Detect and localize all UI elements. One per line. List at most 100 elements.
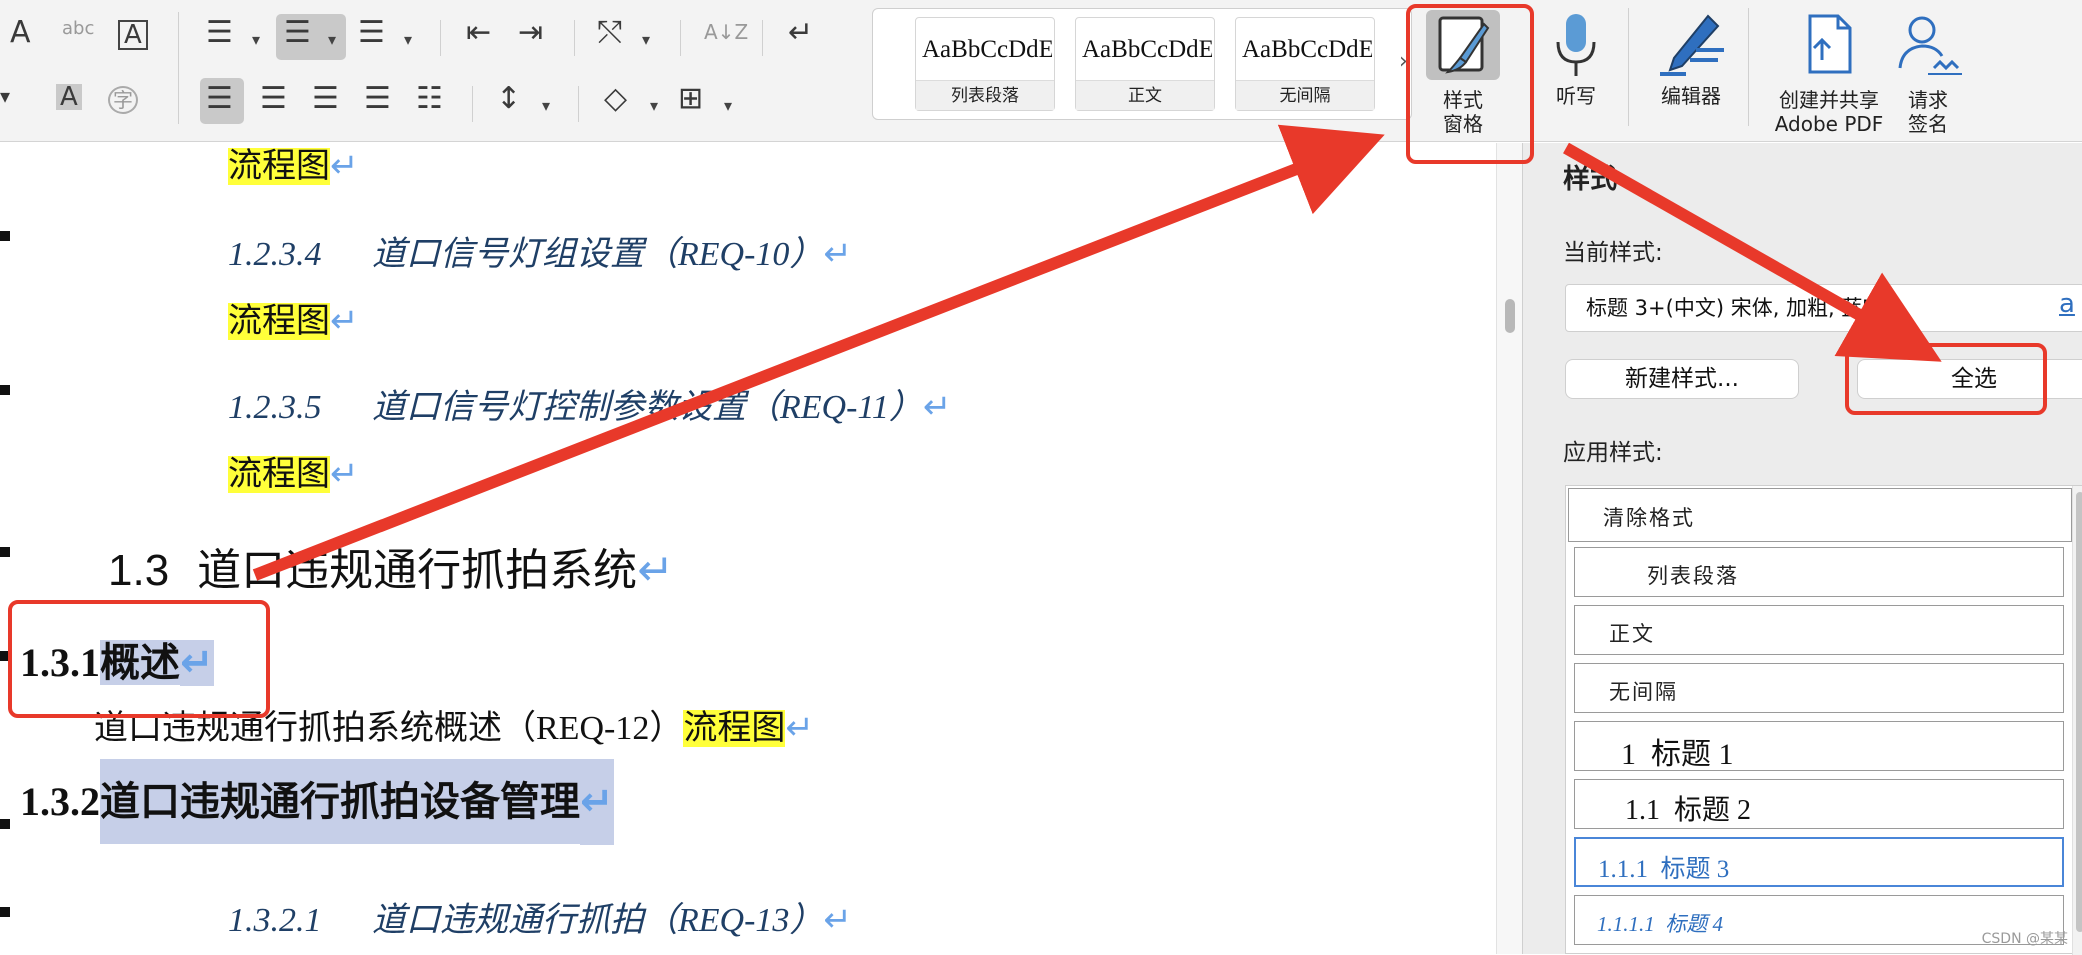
style-caption: 无间隔 (1236, 80, 1374, 110)
char-border-box-icon[interactable]: A (118, 20, 148, 50)
borders-icon[interactable]: ⊞ (678, 84, 703, 114)
style-list-item-normal[interactable]: 正文 (1574, 605, 2064, 655)
current-style-field[interactable]: 标题 3+(中文) 宋体, 加粗, 蓝字 1 (1565, 284, 2082, 332)
style-list-item-list-paragraph[interactable]: 列表段落 (1574, 547, 2064, 597)
style-list: 清除格式 列表段落 正文 无间隔 1 标题 1 1.1 标题 2 1.1.1 标… (1565, 485, 2082, 954)
align-center-icon[interactable]: ☰ (260, 84, 287, 114)
styles-pane-button[interactable]: 样式 窗格 (1420, 8, 1506, 128)
ribbon-divider (574, 20, 575, 56)
chevron-down-icon[interactable]: ▾ (724, 96, 732, 115)
style-gallery: AaBbCcDdEe 列表段落 AaBbCcDdEe 正文 AaBbCcDdEe… (872, 8, 1412, 120)
chevron-down-icon[interactable]: ▾ (404, 30, 412, 49)
ribbon-divider (178, 12, 179, 124)
current-style-label: 当前样式: (1563, 233, 1663, 267)
flow-chart-label: 流程图↵ (228, 446, 359, 495)
heading-bullet-marker (0, 651, 10, 661)
heading4-item: 1.3.2.1道口违规通行抓拍（REQ-13）↵ (228, 892, 852, 941)
style-list-item-heading3[interactable]: 1.1.1 标题 3 (1574, 837, 2064, 887)
styles-pane-title: 样式 (1563, 157, 1617, 196)
paragraph-mark: ↵ (330, 146, 359, 186)
select-all-button[interactable]: 全选 (1857, 359, 2082, 399)
dictate-button[interactable]: 听写 (1536, 8, 1616, 128)
heading4-item: 1.2.3.4道口信号灯组设置（REQ-10）↵ (228, 226, 852, 275)
microphone-icon (1536, 10, 1616, 80)
heading-bullet-marker (0, 231, 10, 241)
style-sample: AaBbCcDdEe (922, 36, 1052, 64)
flow-chart-label: 流程图↵ (228, 293, 359, 342)
style-inspector-link[interactable]: a (2059, 289, 2075, 319)
scrollbar-thumb[interactable] (1505, 299, 1515, 333)
distributed-align-icon[interactable]: ☷ (416, 84, 443, 114)
new-style-button[interactable]: 新建样式... (1565, 359, 1799, 399)
editor-pen-icon (1646, 10, 1736, 80)
editor-button[interactable]: 编辑器 (1646, 8, 1736, 128)
style-list-item-no-spacing[interactable]: 无间隔 (1574, 663, 2064, 713)
scrollbar-thumb[interactable] (2076, 492, 2082, 932)
apply-style-label: 应用样式: (1563, 433, 1663, 467)
decrease-indent-icon[interactable]: ⇤ (466, 18, 491, 48)
justify-icon[interactable]: ☰ (364, 84, 391, 114)
multilevel-list-icon[interactable]: ☰ (358, 18, 385, 48)
heading-bullet-marker (0, 907, 10, 917)
font-color-icon[interactable]: ▾ (0, 86, 10, 106)
enclosed-char-icon[interactable]: 字 (108, 86, 138, 114)
ribbon-divider (680, 20, 681, 56)
ribbon-divider (762, 20, 763, 56)
request-signature-label: 请求 签名 (1892, 88, 1964, 136)
styles-pane-label: 样式 窗格 (1420, 88, 1506, 136)
style-list-scrollbar[interactable] (2072, 486, 2082, 955)
styles-pane-icon (1426, 10, 1500, 80)
heading3-overview: 1.3.1概述↵ (20, 630, 214, 688)
watermark: CSDN @某某 (1982, 928, 2068, 948)
heading3-device-management: 1.3.2道口违规通行抓拍设备管理↵ (20, 772, 614, 832)
flow-chart-label: 流程图↵ (228, 143, 359, 187)
chevron-down-icon[interactable]: ▾ (328, 30, 336, 49)
chevron-down-icon[interactable]: ▾ (252, 30, 260, 49)
share-pdf-icon (1766, 10, 1892, 80)
style-card-normal[interactable]: AaBbCcDdEe 正文 (1075, 17, 1215, 111)
style-sample: AaBbCcDdEe (1242, 36, 1372, 64)
ribbon-divider (472, 86, 473, 122)
chevron-down-icon[interactable]: ▾ (542, 96, 550, 115)
request-signature-button[interactable]: 请求 签名 (1892, 8, 1964, 138)
style-caption: 正文 (1076, 80, 1214, 110)
align-left-icon[interactable]: ☰ (206, 84, 233, 114)
heading-bullet-marker (0, 547, 10, 557)
create-share-pdf-button[interactable]: 创建并共享 Adobe PDF (1766, 8, 1892, 138)
increase-indent-icon[interactable]: ⇥ (518, 18, 543, 48)
char-shading-icon[interactable]: A (56, 84, 82, 110)
line-spacing-icon[interactable]: ↕ (496, 84, 521, 114)
overview-paragraph: 道口违规通行抓拍系统概述（REQ-12）流程图↵ (94, 700, 814, 749)
ribbon-divider (440, 20, 441, 56)
dictate-label: 听写 (1536, 84, 1616, 108)
selected-text: 概述 (100, 640, 180, 685)
document-canvas[interactable]: 流程图↵ 1.2.3.4道口信号灯组设置（REQ-10）↵ 流程图↵ 1.2.3… (0, 143, 1496, 954)
selected-text: 道口违规通行抓拍设备管理 (100, 759, 580, 844)
chevron-down-icon[interactable]: ▾ (650, 96, 658, 115)
heading4-item: 1.2.3.5道口信号灯控制参数设置（REQ-11）↵ (228, 379, 951, 428)
text-direction-icon[interactable]: ⤲ (598, 18, 622, 48)
heading-bullet-marker (0, 819, 10, 829)
ribbon-divider (578, 86, 579, 122)
abc-text-effects-icon[interactable]: abc (62, 20, 94, 38)
style-list-item-heading1[interactable]: 1 标题 1 (1574, 721, 2064, 771)
editor-label: 编辑器 (1646, 84, 1736, 108)
style-card-no-spacing[interactable]: AaBbCcDdEe 无间隔 (1235, 17, 1375, 111)
heading-bullet-marker (0, 385, 10, 395)
style-list-item-heading2[interactable]: 1.1 标题 2 (1574, 779, 2064, 829)
clear-format-icon[interactable]: A (10, 18, 31, 48)
chevron-down-icon[interactable]: ▾ (642, 30, 650, 49)
bullet-list-icon[interactable]: ☰ (206, 18, 233, 48)
style-list-item-clear-format[interactable]: 清除格式 (1568, 488, 2072, 542)
show-paragraph-marks-icon[interactable]: ↵ (788, 18, 813, 48)
shading-bucket-icon[interactable]: ◇ (604, 84, 627, 114)
ribbon-divider (1748, 8, 1749, 126)
sort-icon[interactable]: A↓Z (704, 22, 748, 42)
document-scrollbar[interactable] (1496, 143, 1522, 954)
numbered-list-icon[interactable]: ☰ (284, 18, 311, 48)
gallery-more-chevron-icon[interactable]: › (1399, 49, 1408, 74)
align-right-icon[interactable]: ☰ (312, 84, 339, 114)
style-caption: 列表段落 (916, 80, 1054, 110)
ribbon-toolbar: A abc A ▾ A 字 ☰ ▾ ☰ ▾ ☰ ▾ ⇤ ⇥ ⤲ ▾ A↓Z ↵ … (0, 0, 2082, 142)
style-card-list-paragraph[interactable]: AaBbCcDdEe 列表段落 (915, 17, 1055, 111)
